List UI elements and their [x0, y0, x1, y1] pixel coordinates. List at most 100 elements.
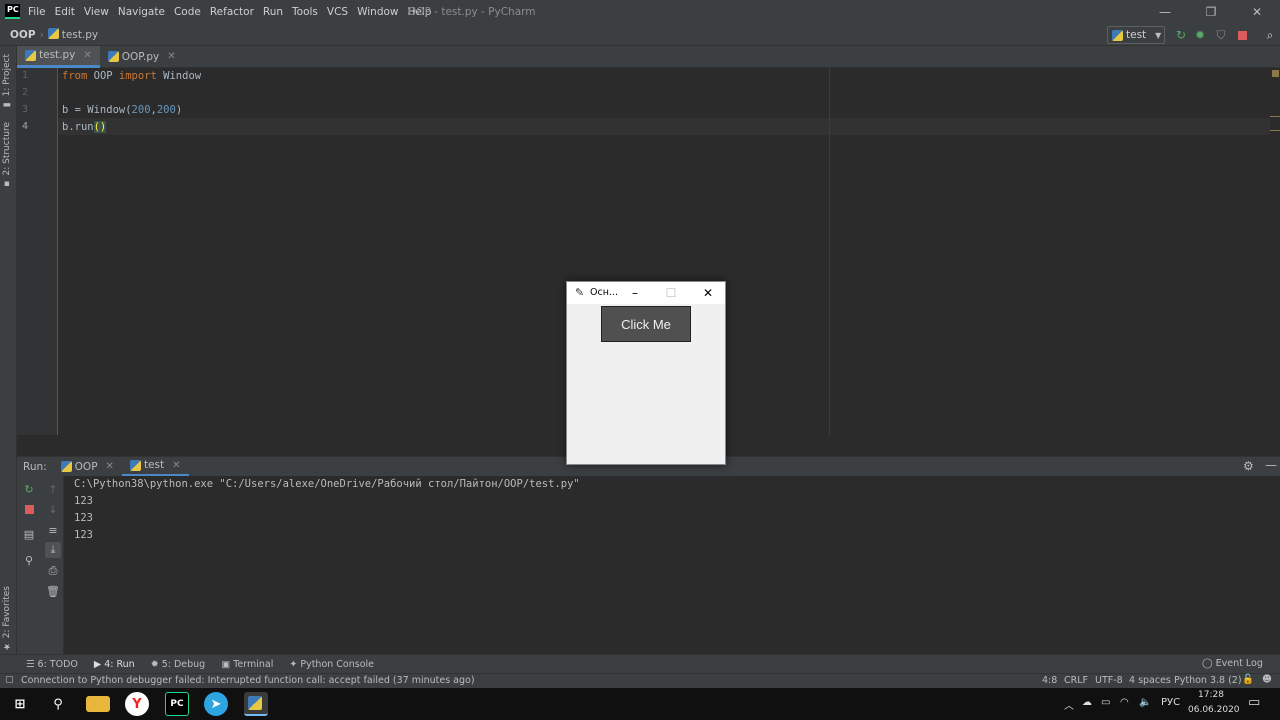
print-button[interactable]: ⎙ [45, 563, 61, 579]
file-explorer-button[interactable] [86, 696, 110, 712]
run-config-label: test [1126, 29, 1147, 41]
inspector-icon[interactable]: ☻ [1262, 674, 1272, 685]
tk-minimize-button[interactable]: – [626, 284, 644, 302]
status-bar: ▢ Connection to Python debugger failed: … [0, 673, 1280, 688]
python-interpreter[interactable]: Python 3.8 (2) [1174, 675, 1242, 686]
menu-vcs[interactable]: VCS [327, 6, 348, 18]
network-icon[interactable]: ▭ [1101, 697, 1110, 708]
tk-titlebar: ✎ Осн... – ☐ ✕ [567, 282, 725, 304]
run-with-coverage-button[interactable]: ⛉ [1213, 27, 1229, 43]
stop-button[interactable] [1234, 27, 1250, 43]
menu-window[interactable]: Window [357, 6, 398, 18]
tk-window-title: Осн... [590, 287, 618, 298]
run-config-select[interactable]: test ▼ [1107, 26, 1165, 44]
status-message[interactable]: Connection to Python debugger failed: In… [21, 675, 475, 686]
inspection-status-icon[interactable] [1272, 70, 1279, 77]
debug-tool-tab[interactable]: ✹ 5: Debug [151, 659, 206, 670]
debug-button[interactable]: ✹ [1192, 27, 1208, 43]
run-tool-tab[interactable]: ▶ 4: Run [94, 659, 135, 670]
code-line-4: b.run() [62, 121, 107, 133]
search-everywhere-button[interactable]: ⌕ [1262, 27, 1278, 43]
pin-tab-button[interactable]: ⚲ [21, 552, 37, 568]
stop-button[interactable] [21, 501, 37, 517]
wifi-icon[interactable]: ◠ [1120, 697, 1129, 708]
rerun-button[interactable]: ↻ [21, 481, 37, 497]
run-panel-label: Run: [23, 460, 47, 473]
menu-view[interactable]: View [84, 6, 109, 18]
soft-wrap-button[interactable]: ≡ [45, 522, 61, 538]
python-app-taskbar-button[interactable] [244, 692, 268, 716]
hide-panel-icon[interactable]: — [1265, 458, 1277, 472]
structure-tool-tab[interactable]: ▪ 2: Structure [2, 122, 12, 188]
tk-close-button[interactable]: ✕ [699, 284, 717, 302]
event-log-tool-tab[interactable]: ◯ Event Log [1202, 658, 1263, 669]
terminal-tool-tab[interactable]: ▣ Terminal [221, 659, 273, 670]
down-stack-button[interactable]: ↓ [45, 501, 61, 517]
file-encoding[interactable]: UTF-8 [1095, 675, 1123, 686]
close-tab-icon[interactable]: ✕ [172, 460, 180, 471]
python-file-icon [1112, 29, 1123, 41]
close-tab-icon[interactable]: ✕ [83, 50, 91, 61]
clear-console-button[interactable]: 🗑 [45, 583, 61, 599]
menu-refactor[interactable]: Refactor [210, 6, 254, 18]
toggle-tool-windows-icon[interactable]: ▢ [5, 675, 14, 685]
coverage-icon: ⛉ [1216, 27, 1226, 42]
cloud-icon[interactable]: ☁ [1082, 697, 1092, 708]
main-menu: File Edit View Navigate Code Refactor Ru… [28, 0, 440, 24]
trash-icon: 🗑 [46, 584, 60, 598]
tk-maximize-button[interactable]: ☐ [662, 284, 680, 302]
right-margin-guide [829, 68, 830, 435]
favorites-tool-tab[interactable]: ★ 2: Favorites [2, 586, 12, 651]
pycharm-taskbar-button[interactable]: PC [165, 692, 189, 716]
breadcrumb-file[interactable]: test.py [62, 29, 98, 41]
console-output[interactable]: C:\Python38\python.exe "C:/Users/alexe/O… [64, 476, 1280, 654]
close-tab-icon[interactable]: ✕ [106, 461, 114, 472]
menu-run[interactable]: Run [263, 6, 283, 18]
scroll-to-end-button[interactable]: ⤓ [45, 542, 61, 558]
menu-tools[interactable]: Tools [292, 6, 318, 18]
python-icon: ✦ [289, 658, 301, 670]
windows-start-button[interactable]: ⊞ [8, 692, 32, 716]
gear-icon[interactable]: ⚙ [1243, 459, 1254, 473]
taskbar-search-button[interactable]: ⚲ [46, 692, 70, 716]
run-tab-oop[interactable]: OOP ✕ [53, 457, 122, 477]
menu-code[interactable]: Code [174, 6, 201, 18]
input-language[interactable]: РУС [1161, 697, 1180, 708]
bottom-tool-tabs: ☰ 6: TODO ▶ 4: Run ✹ 5: Debug ▣ Terminal… [0, 654, 1280, 673]
close-icon: ✕ [1251, 5, 1263, 19]
menu-navigate[interactable]: Navigate [118, 6, 165, 18]
python-file-icon [25, 49, 36, 61]
up-stack-button[interactable]: ↑ [45, 481, 61, 497]
clock-date[interactable]: 06.06.2020 [1188, 705, 1240, 715]
caret-position[interactable]: 4:8 [1042, 675, 1057, 686]
tab-test-py[interactable]: test.py ✕ [17, 45, 100, 68]
console-line: 123 [74, 495, 93, 507]
close-tab-icon[interactable]: ✕ [167, 51, 175, 62]
tab-oop-py[interactable]: OOP.py ✕ [100, 46, 184, 68]
chevron-up-icon[interactable]: ︿ [1064, 697, 1074, 712]
indent-setting[interactable]: 4 spaces [1129, 675, 1171, 686]
rerun-button[interactable]: ↻ [1173, 27, 1189, 43]
lock-icon[interactable]: 🔓 [1242, 674, 1254, 685]
telegram-button[interactable]: ➤ [204, 692, 228, 716]
python-file-icon [60, 461, 72, 472]
todo-tool-tab[interactable]: ☰ 6: TODO [26, 659, 78, 670]
clock-time[interactable]: 17:28 [1198, 690, 1224, 700]
volume-icon[interactable]: 🔈 [1139, 697, 1151, 708]
project-tool-tab[interactable]: ▬ 1: Project [2, 54, 12, 109]
minimize-window-button[interactable]: — [1142, 0, 1188, 24]
breadcrumb-project[interactable]: OOP [10, 29, 36, 41]
restore-layout-button[interactable]: ▤ [21, 526, 37, 542]
python-console-tool-tab[interactable]: ✦ Python Console [289, 659, 374, 670]
yandex-browser-button[interactable]: Y [125, 692, 149, 716]
rerun-icon: ↻ [24, 482, 34, 496]
run-tab-test[interactable]: test ✕ [121, 457, 189, 477]
menu-file[interactable]: File [28, 6, 46, 18]
menu-edit[interactable]: Edit [55, 6, 75, 18]
click-me-button[interactable]: Click Me [601, 306, 691, 342]
notification-icon[interactable]: ▭ [1248, 695, 1260, 710]
restore-window-button[interactable]: ❐ [1188, 0, 1234, 24]
close-window-button[interactable]: ✕ [1234, 0, 1280, 24]
code-token: b = Window( [62, 104, 132, 116]
line-separator[interactable]: CRLF [1064, 675, 1088, 686]
